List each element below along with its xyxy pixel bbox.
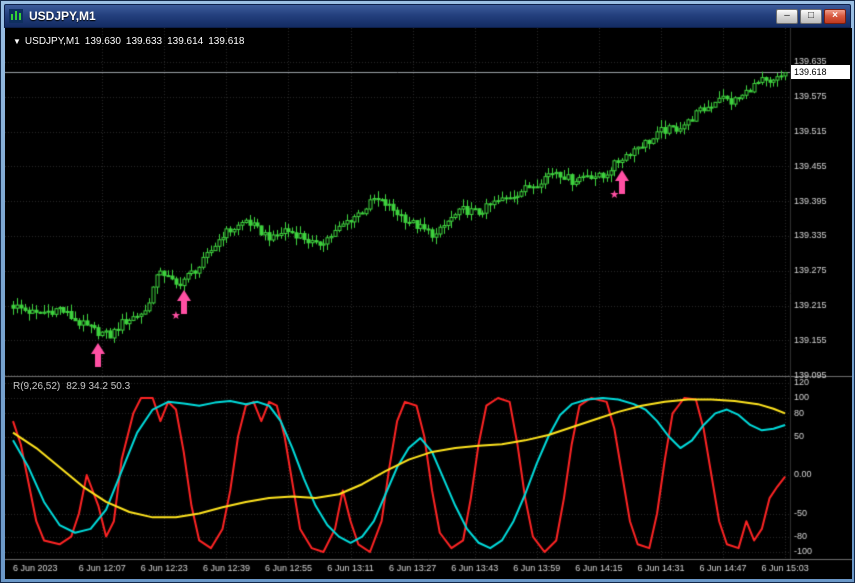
- ohlc-close: 139.618: [208, 36, 245, 47]
- chart-window-icon: [9, 9, 23, 23]
- indicator-header: R(9,26,52) 82.9 34.2 50.3: [13, 381, 136, 392]
- ohlc-high: 139.633: [125, 36, 163, 47]
- chart-client: ▼ USDJPY,M1 139.630 139.633 139.614 139.618 R…: [5, 28, 852, 579]
- ohlc-open: 139.630: [84, 36, 121, 47]
- symbol-dropdown-icon[interactable]: ▼: [13, 37, 21, 46]
- titlebar[interactable]: USDJPY,M1 – □ ×: [4, 4, 851, 28]
- close-button[interactable]: ×: [824, 8, 846, 24]
- ohlc-header: ▼ USDJPY,M1 139.630 139.633 139.614 139.618: [13, 36, 249, 47]
- indicator-name: R(9,26,52): [13, 381, 61, 392]
- minimize-button[interactable]: –: [776, 8, 798, 24]
- chart-window: USDJPY,M1 – □ × ▼ USDJPY,M1 139.630 139.633…: [0, 0, 855, 583]
- current-price-box: 139.618: [791, 64, 850, 79]
- restore-button[interactable]: □: [800, 8, 822, 24]
- chart-canvas[interactable]: [5, 28, 852, 579]
- window-controls: – □ ×: [774, 8, 846, 24]
- indicator-values: 82.9 34.2 50.3: [66, 381, 131, 392]
- ohlc-symbol: USDJPY,M1: [24, 36, 80, 47]
- window-title: USDJPY,M1: [29, 9, 96, 23]
- ohlc-low: 139.614: [167, 36, 204, 47]
